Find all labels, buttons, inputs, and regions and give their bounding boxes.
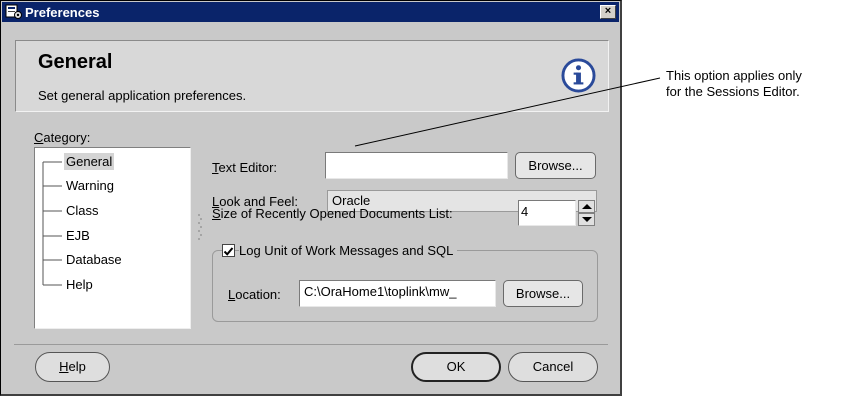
text-editor-label: Text Editor: [212, 160, 278, 175]
category-label: Category: [34, 130, 91, 145]
tree-item-help[interactable]: Help [64, 276, 95, 293]
arrow-down-icon [582, 217, 592, 222]
location-label: Location: [228, 287, 281, 302]
recent-docs-label: Size of Recently Opened Documents List: [212, 206, 453, 221]
page-subtitle: Set general application preferences. [38, 88, 247, 103]
text-editor-browse-button[interactable]: Browse... [515, 152, 596, 179]
window-title: Preferences [25, 4, 100, 20]
tree-item-database[interactable]: Database [64, 251, 124, 268]
close-icon: × [604, 5, 612, 17]
splitter-handle[interactable] [197, 212, 203, 242]
help-button[interactable]: Help [35, 352, 110, 382]
tree-item-warning[interactable]: Warning [64, 177, 116, 194]
recent-docs-input[interactable]: 4 [518, 200, 576, 226]
location-browse-button[interactable]: Browse... [503, 280, 583, 307]
footer-divider [14, 344, 608, 345]
spin-down-button[interactable] [578, 213, 595, 226]
spin-up-button[interactable] [578, 200, 595, 213]
log-unit-label: Log Unit of Work Messages and SQL [239, 243, 458, 258]
title-bar[interactable]: Preferences × [2, 2, 619, 22]
location-input[interactable]: C:\OraHome1\toplink\mw_ [299, 280, 496, 307]
text-editor-input[interactable] [325, 152, 508, 179]
callout-line-1: This option applies only [666, 68, 802, 83]
callout-line-2: for the Sessions Editor. [666, 84, 800, 99]
header-panel: General Set general application preferen… [15, 40, 609, 112]
ok-button[interactable]: OK [411, 352, 501, 382]
tree-item-ejb[interactable]: EJB [64, 227, 92, 244]
tree-item-class[interactable]: Class [64, 202, 101, 219]
cancel-button[interactable]: Cancel [508, 352, 598, 382]
page-title: General [38, 51, 113, 73]
callout-note: This option applies only for the Session… [666, 68, 802, 100]
category-tree[interactable]: General Warning Class EJB Database Help [34, 147, 191, 329]
checkmark-icon [223, 247, 234, 256]
tree-item-general[interactable]: General [64, 153, 115, 170]
recent-docs-stepper[interactable] [578, 200, 595, 226]
close-button[interactable]: × [600, 5, 616, 19]
app-icon [5, 4, 22, 19]
tree-lines [42, 161, 62, 286]
log-unit-checkbox[interactable] [222, 244, 235, 257]
arrow-up-icon [582, 204, 592, 209]
info-icon [561, 58, 596, 93]
